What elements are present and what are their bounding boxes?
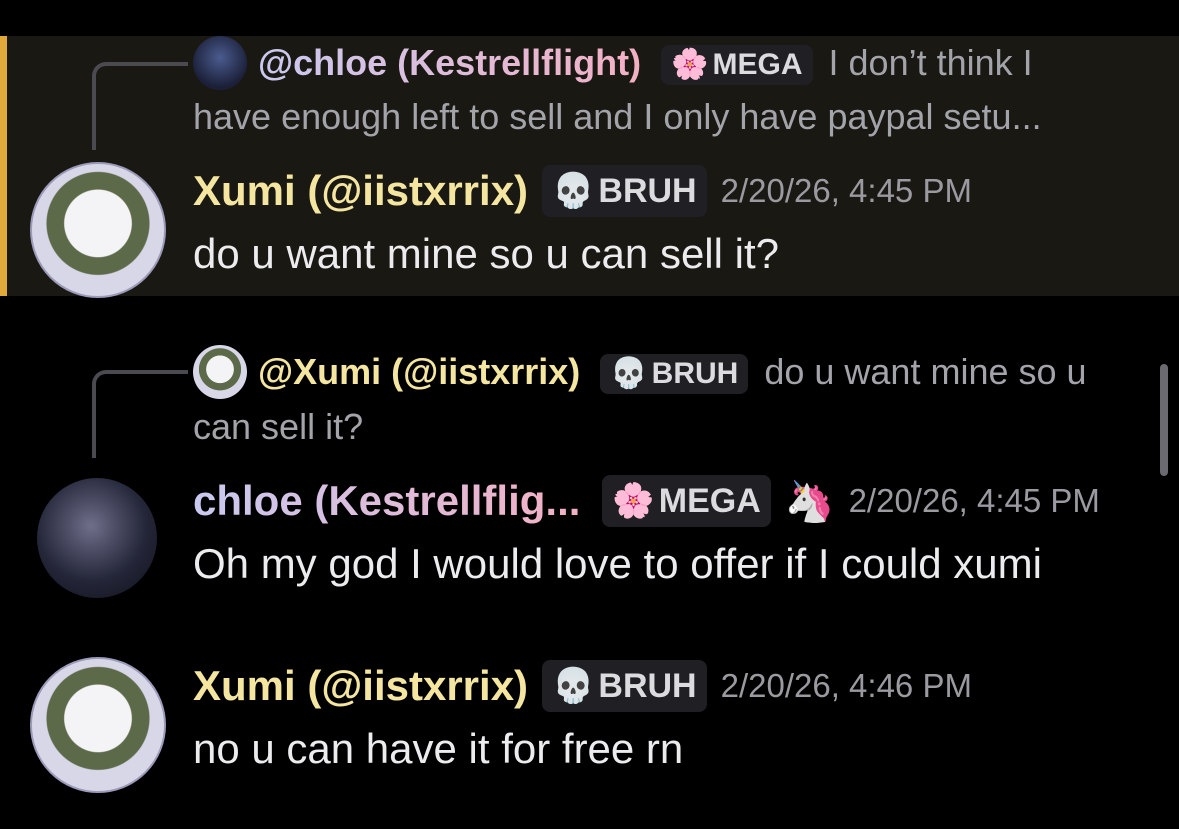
flower-icon: 🌸 bbox=[671, 48, 709, 82]
message-header: chloe (Kestrellflig... 🌸 MEGA 🦄 2/20/26, … bbox=[193, 472, 1100, 530]
avatar-xumi[interactable] bbox=[30, 657, 166, 793]
message-header: Xumi (@iistxrrix) 💀 BRUH 2/20/26, 4:45 PM bbox=[193, 162, 972, 220]
bruh-tag: 💀 BRUH bbox=[542, 660, 707, 712]
bruh-tag: 💀 BRUH bbox=[542, 165, 707, 217]
reply-username[interactable]: @chloe (Kestrellflight) bbox=[258, 42, 641, 83]
avatar-chloe[interactable] bbox=[37, 478, 157, 598]
reply-text-continued: have enough left to sell and I only have… bbox=[193, 96, 1042, 137]
message-text: no u can have it for free rn bbox=[193, 725, 684, 772]
reply-text: do u want mine so u bbox=[764, 351, 1087, 392]
reply-avatar-xumi[interactable] bbox=[193, 345, 247, 399]
skull-icon: 💀 bbox=[610, 357, 648, 391]
reply-thread-line bbox=[92, 62, 188, 150]
unicorn-icon: 🦄 bbox=[784, 479, 835, 524]
reply-preview[interactable]: @Xumi (@iistxrrix) 💀 BRUH do u want mine … bbox=[258, 345, 1087, 399]
scrollbar-thumb[interactable] bbox=[1160, 364, 1168, 476]
reply-avatar-chloe[interactable] bbox=[193, 36, 247, 90]
author-name[interactable]: Xumi (@iistxrrix) bbox=[193, 167, 528, 215]
timestamp: 2/20/26, 4:46 PM bbox=[720, 667, 972, 704]
reply-thread-line bbox=[92, 370, 188, 458]
flower-icon: 🌸 bbox=[612, 482, 655, 520]
message-text: do u want mine so u can sell it? bbox=[193, 230, 779, 277]
reply-text: I don’t think I bbox=[828, 42, 1033, 83]
bruh-tag: 💀 BRUH bbox=[600, 354, 749, 395]
timestamp: 2/20/26, 4:45 PM bbox=[720, 172, 972, 209]
author-name[interactable]: Xumi (@iistxrrix) bbox=[193, 662, 528, 710]
mega-tag: 🌸 MEGA bbox=[661, 45, 813, 86]
skull-icon: 💀 bbox=[552, 667, 595, 705]
author-name[interactable]: chloe (Kestrellflig... bbox=[193, 477, 580, 525]
message-text: Oh my god I would love to offer if I cou… bbox=[193, 540, 1042, 587]
message-header: Xumi (@iistxrrix) 💀 BRUH 2/20/26, 4:46 PM bbox=[193, 657, 972, 715]
highlight-accent-bar bbox=[0, 36, 7, 296]
skull-icon: 💀 bbox=[552, 172, 595, 210]
timestamp: 2/20/26, 4:45 PM bbox=[848, 482, 1100, 519]
mega-tag: 🌸 MEGA bbox=[602, 475, 771, 527]
reply-text-continued: can sell it? bbox=[193, 406, 364, 447]
reply-preview[interactable]: @chloe (Kestrellflight) 🌸 MEGA I don’t th… bbox=[258, 36, 1033, 90]
reply-username[interactable]: @Xumi (@iistxrrix) bbox=[258, 351, 580, 392]
avatar-xumi[interactable] bbox=[30, 162, 166, 298]
